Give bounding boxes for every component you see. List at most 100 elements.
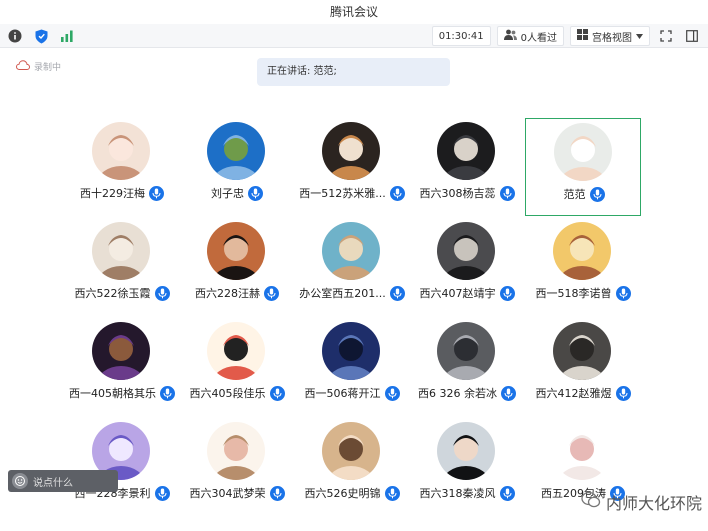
microphone-icon (499, 185, 515, 201)
wechat-logo-icon (581, 491, 601, 513)
watermark: 内师大化环院 (581, 490, 702, 514)
timer-text: 01:30:41 (438, 30, 484, 42)
participant-tile[interactable]: 西一228李景利 (64, 418, 180, 516)
participant-name-row: 范范 (526, 186, 642, 202)
window-title: 腾讯会议 (329, 5, 378, 19)
participant-name: 西一518李诺曾 (535, 287, 612, 300)
microphone-icon (160, 385, 175, 401)
microphone-icon (389, 285, 405, 301)
participant-name: 西六522徐玉霞 (74, 287, 151, 300)
participant-tile[interactable]: 西六522徐玉霞 (64, 218, 180, 316)
participant-name: 西十229汪梅 (80, 187, 145, 200)
avatar (553, 222, 611, 280)
participant-name: 西一405朝格其乐 (69, 387, 156, 400)
participant-name-row: 西一512苏米雅... (294, 185, 410, 201)
sidebar-toggle-button[interactable] (682, 26, 702, 46)
participant-name: 西六405段佳乐 (189, 387, 266, 400)
participant-tile[interactable]: 西一405朝格其乐 (64, 318, 180, 416)
microphone-icon (269, 385, 285, 401)
avatar (322, 122, 380, 180)
participant-tile[interactable]: 西6 326 余若冰 (409, 318, 525, 416)
avatar (437, 222, 495, 280)
avatar (322, 222, 380, 280)
participant-name: 西六304武梦荣 (189, 487, 266, 500)
participant-tile[interactable]: 西一518李诺曾 (525, 218, 641, 316)
microphone-icon (499, 285, 515, 301)
avatar (553, 422, 611, 480)
participant-tile-active[interactable]: 范范 (525, 118, 641, 216)
microphone-icon (615, 385, 631, 401)
recording-indicator: 录制中 (15, 60, 61, 73)
viewers-label: 0人看过 (520, 32, 557, 44)
participant-tile[interactable]: 西一512苏米雅... (294, 118, 410, 216)
participant-tile[interactable]: 西六407赵靖宇 (409, 218, 525, 316)
participant-name: 西六407赵靖宇 (419, 287, 496, 300)
info-icon[interactable] (6, 27, 24, 45)
participant-tile[interactable]: 西六412赵雅煜 (525, 318, 641, 416)
participant-name-row: 西六318秦凌风 (409, 485, 525, 501)
participant-name: 西六526史明锦 (304, 487, 381, 500)
avatar (207, 322, 265, 380)
cloud-icon (15, 60, 31, 73)
watermark-text: 内师大化环院 (605, 494, 702, 513)
participant-name: 范范 (563, 188, 586, 201)
participant-name-row: 西六412赵雅煜 (525, 385, 641, 401)
avatar (92, 122, 150, 180)
participant-tile[interactable]: 西六308杨吉蕊 (409, 118, 525, 216)
avatar (92, 222, 150, 280)
participant-name-row: 西6 326 余若冰 (409, 385, 525, 401)
emoji-icon[interactable] (12, 473, 28, 489)
avatar (553, 322, 611, 380)
toolbar: 01:30:41 0人看过 宫格视图 (0, 24, 708, 48)
participant-name-row: 刘子忠 (179, 185, 295, 201)
chat-input[interactable]: 说点什么 (8, 470, 118, 492)
participant-tile[interactable]: 西六405段佳乐 (179, 318, 295, 416)
microphone-icon (499, 485, 515, 501)
participant-name: 西六412赵雅煜 (535, 387, 612, 400)
people-icon (503, 29, 517, 43)
participant-tile[interactable]: 西六304武梦荣 (179, 418, 295, 516)
microphone-icon (154, 285, 170, 301)
view-mode-dropdown[interactable]: 宫格视图 (570, 26, 650, 46)
participant-name: 西六318秦凌风 (419, 487, 496, 500)
meeting-window: 腾讯会议 01:30:41 0人看过 宫格视图 录制中 正在讲话: 范范; 西十… (0, 0, 708, 531)
participant-name-row: 西六405段佳乐 (179, 385, 295, 401)
microphone-icon (615, 285, 631, 301)
microphone-icon (264, 285, 279, 301)
avatar (437, 122, 495, 180)
participant-name: 办公室西五201... (299, 287, 386, 300)
participant-tile[interactable]: 西六526史明锦 (294, 418, 410, 516)
shield-icon[interactable] (32, 27, 50, 45)
participant-name-row: 西六308杨吉蕊 (409, 185, 525, 201)
participant-tile[interactable]: 办公室西五201... (294, 218, 410, 316)
participant-name: 西6 326 余若冰 (418, 387, 497, 400)
participant-name: 西一512苏米雅... (299, 187, 386, 200)
microphone-icon (384, 485, 400, 501)
microphone-icon (269, 485, 285, 501)
participant-name-row: 西一518李诺曾 (525, 285, 641, 301)
participant-tile[interactable]: 刘子忠 (179, 118, 295, 216)
speaking-banner: 正在讲话: 范范; (257, 58, 450, 86)
viewers-button[interactable]: 0人看过 (496, 26, 564, 46)
grid-view-icon (577, 29, 588, 43)
participant-tile[interactable]: 西一506蒋开江 (294, 318, 410, 416)
microphone-icon (149, 185, 164, 201)
meeting-timer: 01:30:41 (431, 26, 491, 46)
participant-name: 西一506蒋开江 (304, 387, 381, 400)
microphone-icon (154, 485, 170, 501)
participant-tile[interactable]: 西六318秦凌风 (409, 418, 525, 516)
participant-name-row: 西六228汪赫 (179, 285, 295, 301)
signal-icon[interactable] (58, 27, 76, 45)
microphone-icon (501, 385, 516, 401)
participant-name-row: 西一405朝格其乐 (64, 385, 180, 401)
avatar (322, 422, 380, 480)
participant-tile[interactable]: 西六228汪赫 (179, 218, 295, 316)
avatar (207, 122, 265, 180)
participant-name: 西六228汪赫 (195, 287, 260, 300)
participant-name-row: 西六522徐玉霞 (64, 285, 180, 301)
participant-tile[interactable]: 西十229汪梅 (64, 118, 180, 216)
participant-name: 刘子忠 (211, 187, 244, 200)
participant-name: 西六308杨吉蕊 (419, 187, 496, 200)
avatar (207, 222, 265, 280)
fullscreen-button[interactable] (656, 26, 676, 46)
